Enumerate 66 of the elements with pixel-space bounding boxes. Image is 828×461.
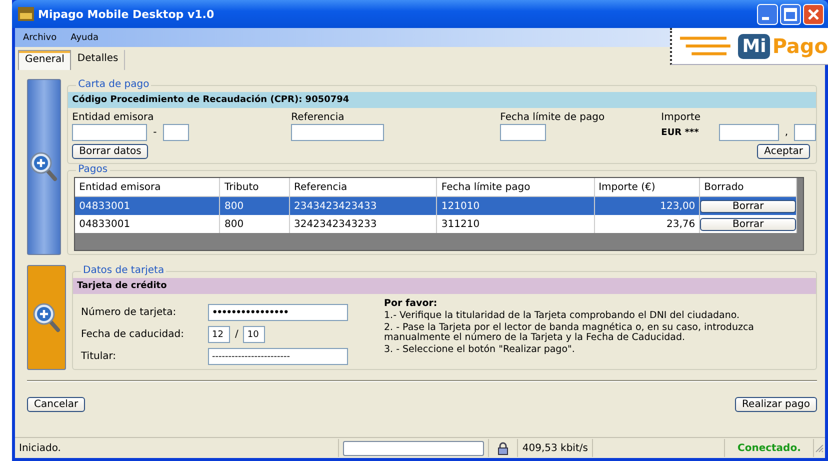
field-label: Titular: — [81, 351, 118, 362]
tab[interactable]: Detalles — [71, 50, 126, 70]
status-text: 409,53 kbit/s — [522, 442, 588, 454]
input-field[interactable] — [794, 124, 816, 141]
instruction-text: 1.- Verifique la titularidad de la Tarjeta comprobando el DNI del ciudadano. — [384, 311, 741, 321]
lock-icon — [498, 442, 508, 454]
app-icon — [18, 7, 34, 21]
minimize-icon — [757, 4, 778, 24]
menu-item[interactable]: Archivo — [23, 32, 57, 42]
group-title: Datos de tarjeta — [81, 265, 166, 276]
delete-button[interactable]: Borrar — [700, 218, 796, 230]
clear-button[interactable]: Borrar datos — [72, 144, 148, 159]
delete-button[interactable]: Borrar — [700, 200, 796, 212]
group-title: Carta de pago — [76, 79, 152, 90]
cancel-button[interactable]: Cancelar — [27, 397, 86, 412]
input-field[interactable] — [500, 124, 546, 141]
table-cell: 123,00 — [660, 200, 696, 212]
section-header: Código Procedimiento de Recaudación (CPR): 9050794 — [68, 92, 816, 108]
zoom-in-icon — [32, 302, 60, 332]
status-text: Iniciado. — [19, 442, 61, 454]
field-label: Referencia — [291, 112, 346, 123]
instruction-text: 2. - Pase la Tarjeta por el lector de banda magnética o, en su caso, introduzca manualmente el número de la Tarjeta y la Fecha de Caducidad. — [384, 322, 755, 343]
field-label: Fecha de caducidad: — [81, 329, 185, 340]
field-label: Entidad emisora — [72, 112, 155, 123]
separator-text: - — [153, 127, 157, 138]
table-row[interactable]: 04833001 800 2343423423433 121010 123,00 Borrar — [75, 196, 797, 215]
holder-field[interactable]: ------------------------ — [208, 348, 348, 365]
year-field[interactable]: 10 — [243, 326, 266, 343]
table-cell: 800 — [224, 200, 244, 212]
field-label: Fecha límite de pago — [500, 112, 606, 123]
logo-word: Pago — [772, 34, 828, 58]
section-header: Tarjeta de crédito — [73, 278, 816, 294]
table-cell: 04833001 — [79, 200, 130, 212]
input-field[interactable] — [72, 124, 148, 141]
logo-mark: Mi — [738, 34, 770, 58]
table-cell: 04833001 — [79, 218, 130, 230]
field-label: Número de tarjeta: — [81, 307, 178, 318]
currency-label: EUR *** — [661, 128, 699, 138]
month-field[interactable]: 12 — [208, 326, 230, 343]
card-number-field[interactable]: •••••••••••••••• — [208, 304, 348, 321]
input-field[interactable] — [162, 124, 189, 141]
instruction-text: 3. - Seleccione el botón "Realizar pago". — [384, 344, 576, 355]
table-cell: 23,76 — [666, 218, 696, 230]
group-title: Pagos — [76, 164, 110, 175]
table-cell: 121010 — [441, 200, 480, 212]
window-title: Mipago Mobile Desktop v1.0 — [38, 8, 216, 20]
input-field[interactable] — [291, 124, 384, 141]
table-cell: 800 — [224, 218, 244, 230]
resize-grip-icon — [814, 443, 824, 453]
notes-title: Por favor: — [384, 298, 438, 309]
close-icon — [803, 4, 824, 24]
table-cell: 311210 — [441, 218, 480, 230]
menu-item[interactable]: Ayuda — [70, 32, 98, 42]
field-label: Importe — [661, 112, 702, 123]
accept-button[interactable]: Aceptar — [757, 144, 810, 159]
connection-status: Conectado. — [737, 442, 801, 454]
zoom-in-icon — [30, 152, 58, 182]
tab[interactable]: General — [18, 50, 72, 70]
table-cell: 2343423423433 — [294, 200, 377, 212]
separator-text: , — [784, 127, 788, 138]
maximize-icon — [780, 4, 801, 24]
table-row[interactable]: 04833001 800 3242342343233 311210 23,76 Borrar — [75, 215, 797, 233]
table-cell: 3242342343233 — [294, 218, 377, 230]
separator-text: / — [235, 329, 238, 340]
pay-button[interactable]: Realizar pago — [735, 397, 817, 412]
input-field[interactable] — [718, 124, 779, 141]
